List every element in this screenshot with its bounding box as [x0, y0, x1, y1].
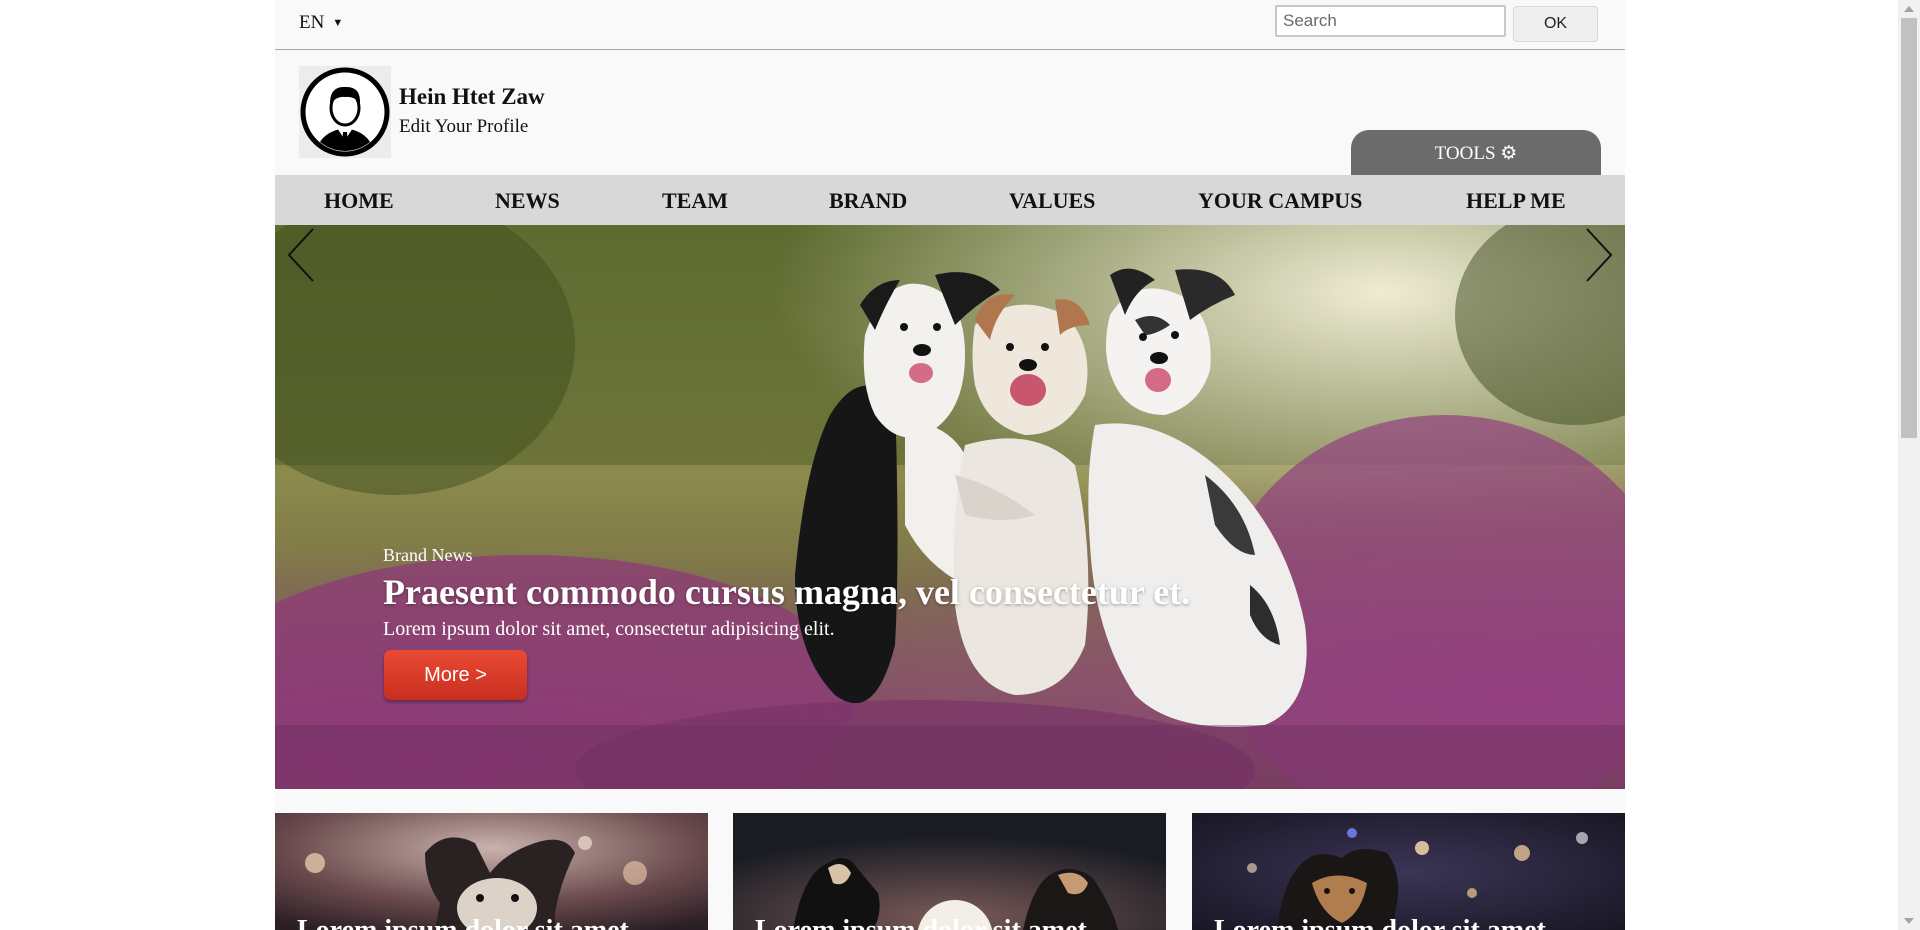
scrollbar-thumb[interactable]	[1901, 18, 1917, 438]
card-title-3: Lorem ipsum dolor sit amet	[1214, 915, 1546, 930]
profile-name: Hein Htet Zaw	[399, 84, 545, 109]
search-ok-button[interactable]: OK	[1513, 6, 1598, 42]
user-avatar-icon[interactable]	[299, 66, 391, 158]
card-title-2: Lorem ipsum dolor sit amet	[755, 915, 1087, 930]
card-image-1	[275, 813, 708, 930]
nav-item-values[interactable]: VALUES	[1009, 188, 1095, 214]
nav-item-your-campus[interactable]: YOUR CAMPUS	[1198, 188, 1362, 214]
caret-down-icon: ▼	[332, 17, 344, 29]
card-title-1: Lorem ipsum dolor sit amet	[297, 915, 629, 930]
news-card-3[interactable]: Lorem ipsum dolor sit amet	[1192, 813, 1625, 930]
hero-title: Praesent commodo cursus magna, vel conse…	[383, 572, 1191, 612]
hero-kicker: Brand News	[383, 545, 473, 565]
page: EN ▼ OK Hein Htet Zaw Edit Your Profile T…	[275, 0, 1625, 930]
edit-profile-link[interactable]: Edit Your Profile	[399, 116, 528, 138]
top-bar: EN ▼ OK	[275, 0, 1625, 50]
nav-item-news[interactable]: NEWS	[495, 188, 560, 214]
nav-item-home[interactable]: HOME	[324, 188, 394, 214]
main-nav: HOME NEWS TEAM BRAND VALUES YOUR CAMPUS …	[275, 175, 1625, 225]
news-card-2[interactable]: Lorem ipsum dolor sit amet	[733, 813, 1166, 930]
tools-button[interactable]: TOOLS ⚙	[1351, 130, 1601, 175]
scroll-up-icon[interactable]	[1904, 6, 1914, 12]
nav-item-team[interactable]: TEAM	[662, 188, 728, 214]
page-scrollbar[interactable]	[1898, 0, 1920, 930]
chevron-left-icon[interactable]	[283, 225, 323, 285]
more-button[interactable]: More >	[384, 650, 527, 700]
chevron-right-icon[interactable]	[1577, 225, 1617, 285]
nav-item-help-me[interactable]: HELP ME	[1466, 188, 1566, 214]
hero-image	[275, 225, 1625, 789]
hero-slider: Brand News Praesent commodo cursus magna…	[275, 225, 1625, 789]
nav-item-brand[interactable]: BRAND	[829, 188, 907, 214]
language-label: EN	[299, 12, 325, 33]
language-selector[interactable]: EN ▼	[299, 12, 343, 34]
card-image-2	[733, 813, 1166, 930]
search-input[interactable]	[1275, 5, 1506, 37]
card-image-3	[1192, 813, 1625, 930]
hero-subtitle: Lorem ipsum dolor sit amet, consectetur …	[383, 618, 835, 640]
scroll-down-icon[interactable]	[1904, 918, 1914, 924]
news-card-1[interactable]: Lorem ipsum dolor sit amet	[275, 813, 708, 930]
